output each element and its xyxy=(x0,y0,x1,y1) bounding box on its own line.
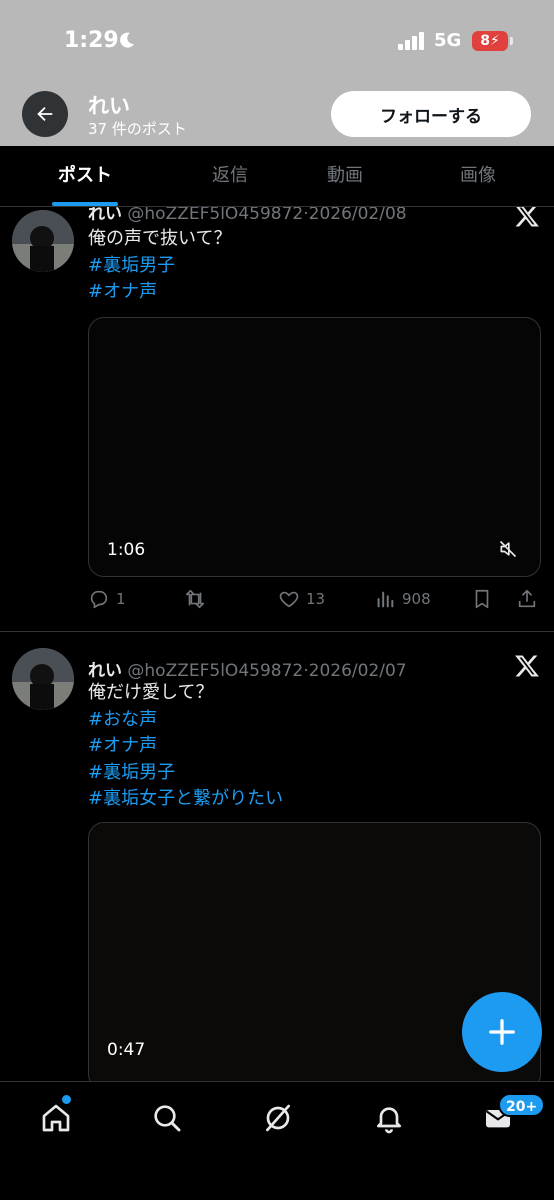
repost-button[interactable] xyxy=(184,588,212,610)
tab-replies[interactable]: 返信 xyxy=(180,146,280,206)
like-button[interactable]: 13 xyxy=(278,588,325,610)
nav-grok[interactable] xyxy=(262,1102,294,1134)
post-author[interactable]: れい xyxy=(88,207,122,224)
post-divider xyxy=(0,631,554,632)
nav-home[interactable] xyxy=(40,1102,72,1134)
tab-videos[interactable]: 動画 xyxy=(295,146,395,206)
battery-level: 8 xyxy=(480,33,490,49)
bookmark-button[interactable] xyxy=(471,588,493,610)
active-tab-indicator xyxy=(52,202,118,206)
reply-count: 1 xyxy=(116,590,126,608)
avatar[interactable] xyxy=(12,648,74,710)
x-logo-icon xyxy=(515,207,539,227)
nav-notifications[interactable] xyxy=(373,1102,405,1134)
post-header: れい @hoZZEF5lO459872·2026/02/07 xyxy=(88,656,407,681)
hashtag-link[interactable]: #裏垢男子 xyxy=(88,760,283,787)
muted-speaker-icon[interactable] xyxy=(498,539,518,559)
views-button[interactable]: 908 xyxy=(374,588,431,610)
home-unread-dot xyxy=(62,1095,71,1104)
hashtag-link[interactable]: #オナ声 xyxy=(88,279,231,306)
post-actions: 1 13 908 xyxy=(88,588,544,616)
post-body: 俺の声で抜いて？ #裏垢男子 #オナ声 xyxy=(88,226,231,306)
moon-icon xyxy=(120,32,134,48)
avatar-image xyxy=(12,648,74,710)
status-time: 1:29 xyxy=(64,28,119,53)
post-text: 俺だけ愛して？ xyxy=(88,682,214,703)
post-header: れい @hoZZEF5lO459872·2026/02/08 xyxy=(88,207,407,224)
arrow-left-icon xyxy=(37,106,53,122)
profile-tabs: ポスト 返信 動画 画像 xyxy=(0,146,554,207)
follow-button[interactable]: フォローする xyxy=(331,91,531,137)
avatar-image xyxy=(12,210,74,272)
nav-search[interactable] xyxy=(151,1102,183,1134)
reply-button[interactable]: 1 xyxy=(88,588,126,610)
charging-bolt-icon: ⚡ xyxy=(489,33,500,49)
battery-indicator: 8⚡ xyxy=(472,31,513,51)
post-author[interactable]: れい xyxy=(88,661,122,681)
bell-icon xyxy=(377,1107,401,1134)
hashtag-link[interactable]: #おな声 xyxy=(88,707,283,734)
tab-posts[interactable]: ポスト xyxy=(35,146,135,206)
home-icon xyxy=(42,1104,70,1132)
repost-icon xyxy=(185,589,205,609)
back-button[interactable] xyxy=(22,91,68,137)
views-chart-icon xyxy=(377,591,394,608)
post-count: 37 件のポスト xyxy=(88,120,187,138)
profile-name: れい xyxy=(88,94,130,118)
bottom-nav: 20+ xyxy=(0,1081,554,1200)
post-handle[interactable]: @hoZZEF5lO459872 xyxy=(127,661,303,681)
timeline: れい @hoZZEF5lO459872·2026/02/08 俺の声で抜いて？ … xyxy=(0,207,554,1081)
share-button[interactable] xyxy=(516,588,538,610)
video-duration: 1:06 xyxy=(107,540,146,560)
share-icon xyxy=(518,589,536,608)
grok-icon xyxy=(266,1104,290,1132)
video-player[interactable]: 1:06 xyxy=(88,317,541,577)
tab-images[interactable]: 画像 xyxy=(428,146,528,206)
post-body: 俺だけ愛して？ #おな声 #オナ声 #裏垢男子 #裏垢女子と繋がりたい xyxy=(88,680,283,813)
view-count: 908 xyxy=(402,590,431,608)
profile-header: 1:29 5G 8⚡ れい 37 件のポスト フォローする xyxy=(0,0,554,146)
post-handle[interactable]: @hoZZEF5lO459872 xyxy=(127,207,303,224)
heart-icon xyxy=(279,591,299,608)
video-duration: 0:47 xyxy=(107,1040,146,1060)
reply-icon xyxy=(90,590,108,609)
signal-icon xyxy=(398,32,424,50)
x-logo-icon xyxy=(515,655,539,677)
search-icon xyxy=(154,1105,181,1132)
like-count: 13 xyxy=(306,590,326,608)
bookmark-icon xyxy=(475,589,489,609)
compose-button[interactable] xyxy=(462,992,542,1072)
post-date[interactable]: 2026/02/07 xyxy=(309,661,407,681)
network-type: 5G xyxy=(434,30,462,51)
hashtag-link[interactable]: #裏垢女子と繋がりたい xyxy=(88,786,283,813)
plus-icon xyxy=(489,1019,515,1045)
hashtag-link[interactable]: #オナ声 xyxy=(88,733,283,760)
post-date[interactable]: 2026/02/08 xyxy=(309,207,407,224)
avatar[interactable] xyxy=(12,210,74,272)
hashtag-link[interactable]: #裏垢男子 xyxy=(88,253,231,280)
post-text: 俺の声で抜いて？ xyxy=(88,228,232,249)
messages-badge: 20+ xyxy=(498,1093,546,1117)
